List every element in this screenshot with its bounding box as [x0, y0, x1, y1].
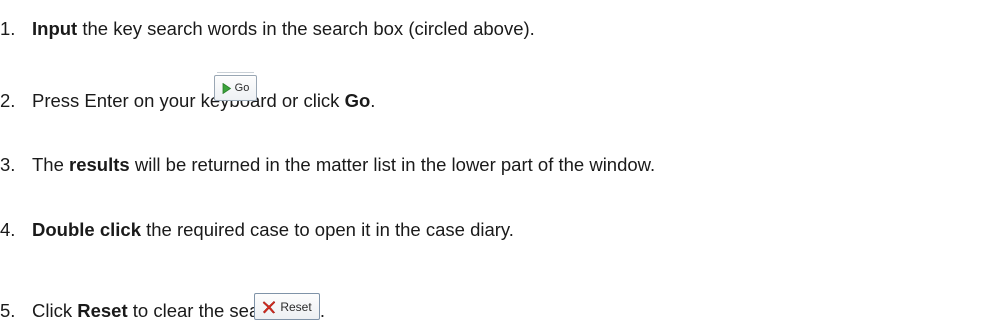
instructions-list: 1. Input the key search words in the sear… — [0, 0, 986, 329]
step-keyword: Go — [344, 90, 371, 111]
step-number: 4. — [0, 219, 16, 240]
step-text: Click — [32, 300, 78, 321]
step-text: The — [32, 154, 70, 175]
red-x-icon — [262, 300, 276, 314]
go-button-label: Go — [234, 82, 250, 94]
step-3: 3. The results will be returned in the ma… — [0, 154, 655, 176]
step-keyword: Reset — [77, 300, 128, 321]
step-keyword: results — [69, 154, 130, 175]
step-text: the key search words in the search box (… — [77, 18, 535, 39]
step-number: 2. — [0, 90, 16, 111]
step-2: 2. Press Enter on your keyboard or click … — [0, 90, 375, 112]
step-text-end: will be returned in the matter list in t… — [129, 154, 656, 175]
step-text: the required case to open it in the case… — [140, 219, 514, 240]
step-keyword: Double click — [32, 219, 141, 240]
go-button[interactable]: Go — [214, 72, 257, 101]
step-number: 5. — [0, 300, 16, 321]
reset-button[interactable]: Reset — [254, 293, 320, 320]
step-1: 1. Input the key search words in the sear… — [0, 18, 535, 40]
step-number: 3. — [0, 154, 16, 175]
divider — [217, 72, 254, 73]
step-4: 4. Double click the required case to open… — [0, 219, 514, 241]
step-keyword: Input — [32, 18, 78, 39]
step-text-end: . — [370, 90, 376, 111]
green-play-arrow-icon — [222, 82, 231, 94]
step-text: Press Enter on your keyboard or click — [32, 90, 345, 111]
step-number: 1. — [0, 18, 16, 39]
reset-button-label: Reset — [280, 299, 312, 314]
